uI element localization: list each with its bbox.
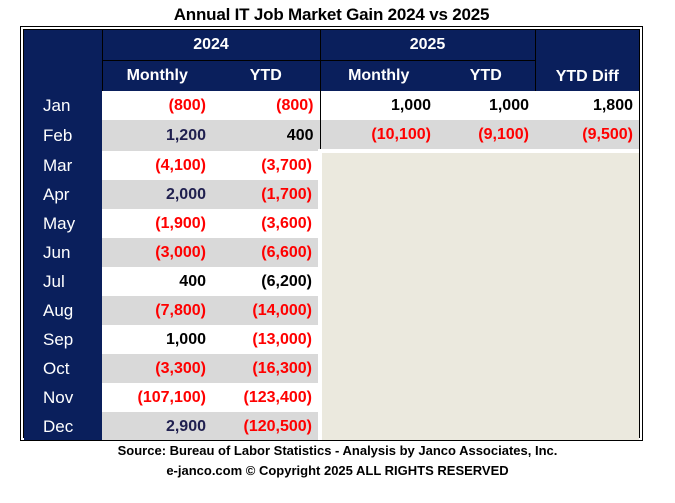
copyright-note: e-janco.com © Copyright 2025 ALL RIGHTS … bbox=[166, 463, 509, 478]
header-ytd-diff: YTD Diff bbox=[534, 30, 639, 91]
cell-2024-ytd: (6,600) bbox=[212, 238, 321, 267]
cell-2024-monthly: 2,900 bbox=[102, 412, 212, 441]
cell-2024-monthly: (800) bbox=[102, 91, 212, 120]
month-label: Jul bbox=[24, 267, 102, 296]
cell-2024-ytd: (800) bbox=[212, 91, 321, 120]
header-2024-ytd: YTD bbox=[212, 60, 320, 91]
cell-2024-monthly: 400 bbox=[102, 267, 212, 296]
cell-ytd-diff: 1,800 bbox=[535, 91, 639, 120]
source-note: Source: Bureau of Labor Statistics - Ana… bbox=[117, 443, 558, 458]
header-year-2025: 2025 bbox=[319, 30, 535, 61]
table-row: Jan (800) (800) 1,000 1,000 1,800 bbox=[24, 91, 639, 120]
cell-ytd-diff: (9,500) bbox=[535, 120, 639, 151]
cell-2024-ytd: (120,500) bbox=[212, 412, 321, 441]
cell-2025-ytd: (9,100) bbox=[437, 120, 535, 151]
month-label: Feb bbox=[24, 120, 102, 151]
header-2024-monthly: Monthly bbox=[101, 60, 212, 91]
empty-2025-area bbox=[318, 149, 639, 441]
header-row-years: 2024 2025 YTD Diff bbox=[24, 30, 639, 91]
month-label: Dec bbox=[24, 412, 102, 441]
cell-2024-monthly: (107,100) bbox=[102, 383, 212, 412]
month-label: Jun bbox=[24, 238, 102, 267]
cell-2024-monthly: 1,200 bbox=[102, 120, 212, 151]
chart-title: Annual IT Job Market Gain 2024 vs 2025 bbox=[173, 5, 490, 24]
cell-2024-monthly: (7,800) bbox=[102, 296, 212, 325]
table-body: Jan (800) (800) 1,000 1,000 1,800 Feb 1,200 400(… bbox=[24, 91, 639, 441]
header-year-2024: 2024 bbox=[101, 30, 320, 61]
table-row: Feb 1,200 400 (10,100) (9,100) (9,500) bbox=[24, 120, 639, 151]
data-table: 2024 2025 YTD Diff Monthly YTD Monthly Y… bbox=[24, 30, 639, 441]
month-label: Apr bbox=[24, 180, 102, 209]
cell-2024-monthly: 1,000 bbox=[102, 325, 212, 354]
cell-2024-ytd: (13,000) bbox=[212, 325, 321, 354]
cell-2024-ytd: (3,600) bbox=[212, 209, 321, 238]
month-label: Mar bbox=[24, 151, 102, 180]
cell-2025-monthly: 1,000 bbox=[320, 91, 437, 120]
month-label: Aug bbox=[24, 296, 102, 325]
cell-2024-ytd: (16,300) bbox=[212, 354, 321, 383]
job-market-table: 2024 2025 YTD Diff Monthly YTD Monthly Y… bbox=[20, 26, 643, 441]
cell-2024-ytd: (14,000) bbox=[212, 296, 321, 325]
cell-2024-monthly: 2,000 bbox=[102, 180, 212, 209]
month-label: May bbox=[24, 209, 102, 238]
cell-2024-ytd: (123,400) bbox=[212, 383, 321, 412]
cell-2025-ytd: 1,000 bbox=[437, 91, 535, 120]
table-row: Mar (4,100) (3,700) bbox=[24, 149, 639, 441]
cell-2024-ytd: (3,700) bbox=[212, 151, 321, 180]
header-2025-ytd: YTD bbox=[437, 60, 535, 91]
cell-2024-monthly: (3,300) bbox=[102, 354, 212, 383]
header-2025-monthly: Monthly bbox=[319, 60, 437, 91]
cell-2024-monthly: (4,100) bbox=[102, 151, 212, 180]
cell-2025-monthly: (10,100) bbox=[320, 120, 437, 151]
cell-2024-monthly: (1,900) bbox=[102, 209, 212, 238]
month-label: Jan bbox=[24, 91, 102, 120]
month-label: Sep bbox=[24, 325, 102, 354]
header-corner bbox=[24, 30, 102, 91]
month-label: Oct bbox=[24, 354, 102, 383]
month-label: Nov bbox=[24, 383, 102, 412]
cell-2024-ytd: 400 bbox=[212, 120, 321, 151]
cell-2024-monthly: (3,000) bbox=[102, 238, 212, 267]
cell-2024-ytd: (1,700) bbox=[212, 180, 321, 209]
cell-2024-ytd: (6,200) bbox=[212, 267, 321, 296]
